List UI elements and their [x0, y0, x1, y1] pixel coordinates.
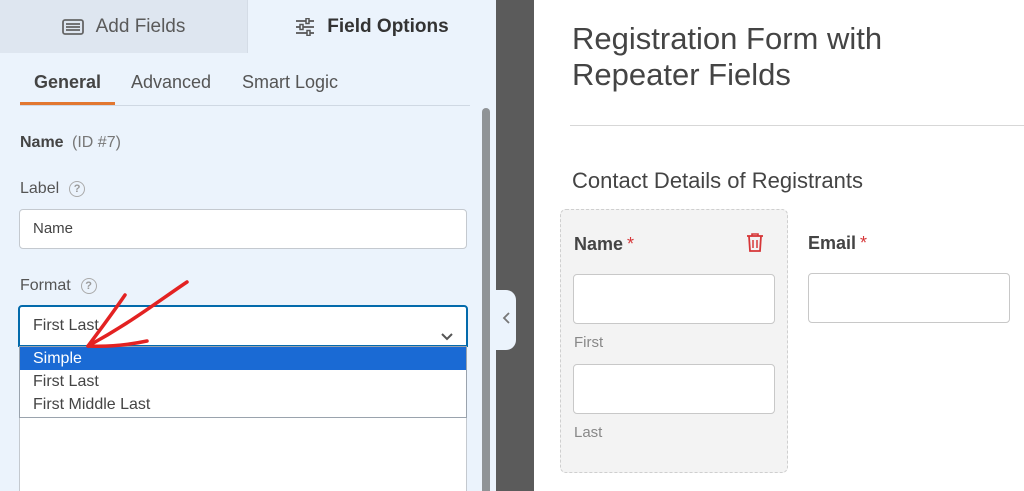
first-sublabel: First — [574, 334, 604, 351]
name-field-label: Name * — [574, 234, 634, 255]
panel-divider — [496, 0, 534, 491]
format-select[interactable]: First Last — [18, 305, 468, 347]
tab-add-fields-label: Add Fields — [95, 15, 186, 37]
format-dropdown-list: Simple First Last First Middle Last — [19, 346, 467, 418]
active-tab-indicator — [20, 102, 115, 105]
list-icon — [61, 18, 84, 35]
label-option-text: Label — [20, 180, 60, 197]
tab-field-options-label: Field Options — [327, 15, 449, 37]
last-sublabel: Last — [574, 424, 603, 441]
label-option-label: Label ? — [20, 180, 86, 198]
first-name-input[interactable] — [573, 274, 775, 324]
format-select-value: First Last — [33, 317, 99, 334]
chevron-left-icon — [501, 311, 511, 330]
name-label-text: Name — [574, 234, 624, 254]
options-sub-tabs: General Advanced Smart Logic — [20, 53, 470, 106]
section-title: Contact Details of Registrants — [572, 168, 864, 193]
question-circle-icon[interactable]: ? — [69, 181, 86, 197]
tab-field-options[interactable]: Field Options — [248, 0, 496, 53]
description-textarea[interactable] — [19, 418, 467, 491]
tab-general[interactable]: General — [34, 72, 101, 93]
email-label-text: Email — [808, 233, 857, 253]
tab-smart-logic[interactable]: Smart Logic — [242, 72, 338, 93]
format-option-text: Format — [20, 277, 71, 294]
field-heading: Name (ID #7) — [20, 134, 121, 152]
label-input[interactable]: Name — [19, 209, 467, 249]
collapse-panel-button[interactable] — [496, 290, 516, 350]
required-mark: * — [627, 234, 635, 254]
format-option-simple[interactable]: Simple — [20, 347, 466, 370]
field-id: (ID #7) — [72, 134, 121, 151]
trash-icon[interactable] — [745, 232, 765, 258]
email-input[interactable] — [808, 273, 1010, 323]
title-divider — [570, 125, 1024, 126]
format-option-label: Format ? — [20, 277, 97, 295]
last-name-input[interactable] — [573, 364, 775, 414]
tab-advanced[interactable]: Advanced — [131, 72, 211, 93]
format-option-first-middle-last[interactable]: First Middle Last — [20, 393, 466, 416]
sliders-icon — [295, 17, 315, 36]
question-circle-icon[interactable]: ? — [80, 278, 97, 294]
builder-top-tabs: Add Fields Field Options — [0, 0, 496, 53]
required-mark: * — [860, 233, 868, 253]
repeater-name-field[interactable]: Name * First Last — [560, 209, 788, 473]
form-preview: Registration Form with Repeater Fields C… — [534, 0, 1024, 491]
field-options-panel: Add Fields Field Options General Advance… — [0, 0, 496, 491]
email-field-label: Email * — [808, 233, 867, 254]
form-title: Registration Form with Repeater Fields — [572, 21, 883, 92]
panel-scrollbar[interactable] — [482, 108, 490, 491]
tab-add-fields[interactable]: Add Fields — [0, 0, 248, 53]
format-option-first-last[interactable]: First Last — [20, 370, 466, 393]
field-type-name: Name — [20, 134, 64, 151]
